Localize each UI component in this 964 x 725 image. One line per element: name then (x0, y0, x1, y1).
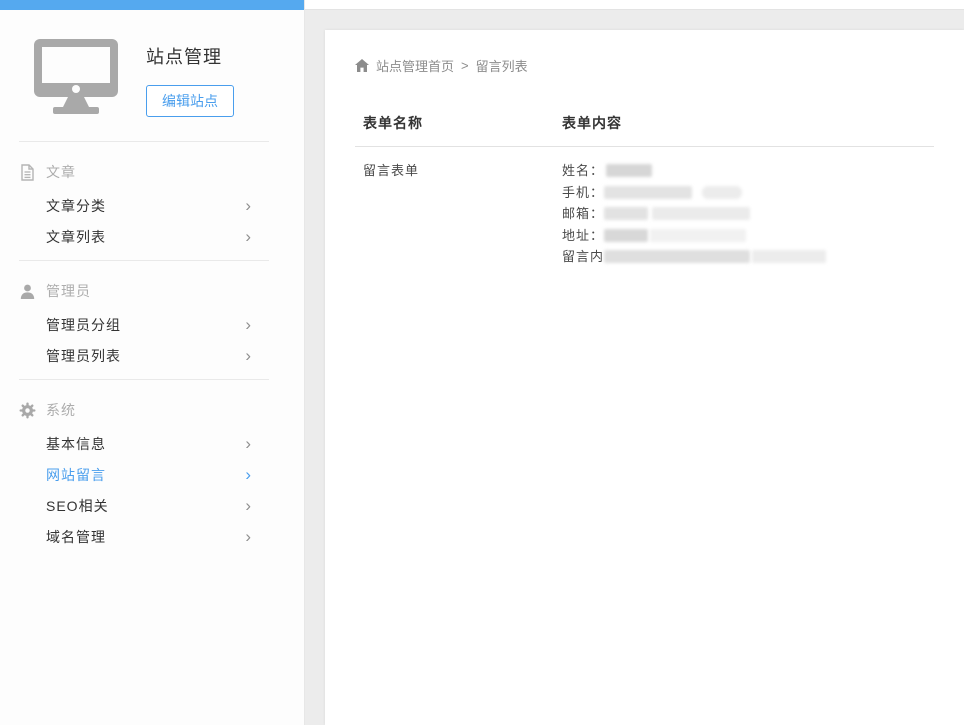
message-table: 表单名称 表单内容 留言表单 姓名： 手机： 邮箱： (355, 113, 934, 268)
main-top-strip (305, 0, 964, 10)
sidebar-top-accent-bar (0, 0, 304, 10)
sidebar-section-admins: 管理员 管理员分组 › 管理员列表 › (19, 260, 269, 379)
breadcrumb-separator: > (461, 58, 469, 73)
table-row: 留言表单 姓名： 手机： 邮箱： 地址： (355, 147, 934, 268)
message-field-address: 地址： (562, 225, 934, 247)
chevron-right-icon: › (245, 497, 251, 514)
breadcrumb-home-link[interactable]: 站点管理首页 (376, 56, 454, 75)
redacted-value (652, 207, 750, 220)
sidebar-section-articles: 文章 文章分类 › 文章列表 › (19, 141, 269, 260)
sidebar-item-article-categories[interactable]: 文章分类 › (19, 190, 269, 221)
table-header-form-content: 表单内容 (562, 113, 622, 133)
redacted-value (752, 250, 826, 263)
sidebar-item-admin-groups[interactable]: 管理员分组 › (19, 309, 269, 340)
redacted-value (702, 186, 742, 199)
section-label-articles: 文章 (46, 162, 76, 182)
content-background: 站点管理首页 > 留言列表 表单名称 表单内容 留言表单 姓名： (305, 10, 964, 725)
gear-icon (19, 402, 36, 419)
breadcrumb: 站点管理首页 > 留言列表 (355, 56, 934, 75)
chevron-right-icon: › (245, 528, 251, 545)
section-label-admins: 管理员 (46, 281, 91, 301)
chevron-right-icon: › (245, 228, 251, 245)
message-field-phone: 手机： (562, 182, 934, 204)
monitor-icon (30, 37, 122, 115)
breadcrumb-current: 留言列表 (476, 56, 528, 75)
sidebar-item-admin-list[interactable]: 管理员列表 › (19, 340, 269, 371)
form-name-cell: 留言表单 (355, 160, 562, 268)
section-label-system: 系统 (46, 400, 76, 420)
user-icon (19, 283, 36, 300)
table-header-row: 表单名称 表单内容 (355, 113, 934, 147)
chevron-right-icon: › (245, 466, 251, 483)
sidebar-item-article-list[interactable]: 文章列表 › (19, 221, 269, 252)
message-field-content: 留言内 (562, 246, 934, 268)
chevron-right-icon: › (245, 316, 251, 333)
redacted-value (650, 229, 746, 242)
sidebar-menu: 文章 文章分类 › 文章列表 › 管理员 (19, 141, 269, 560)
content-card: 站点管理首页 > 留言列表 表单名称 表单内容 留言表单 姓名： (325, 30, 964, 725)
section-head-system: 系统 (19, 394, 269, 428)
sidebar-item-site-messages[interactable]: 网站留言 › (19, 459, 269, 490)
sidebar-item-seo[interactable]: SEO相关 › (19, 490, 269, 521)
redacted-value (606, 164, 652, 177)
redacted-value (604, 207, 648, 220)
message-field-email: 邮箱： (562, 203, 934, 225)
table-header-form-name: 表单名称 (355, 113, 562, 133)
redacted-value (604, 250, 750, 263)
main-area: 站点管理首页 > 留言列表 表单名称 表单内容 留言表单 姓名： (305, 0, 964, 725)
chevron-right-icon: › (245, 435, 251, 452)
redacted-value (604, 229, 648, 242)
message-field-name: 姓名： (562, 160, 934, 182)
sidebar-item-domains[interactable]: 域名管理 › (19, 521, 269, 552)
redacted-value (604, 186, 692, 199)
chevron-right-icon: › (245, 197, 251, 214)
sidebar-section-system: 系统 基本信息 › 网站留言 › SEO相关 › 域名管理 › (19, 379, 269, 560)
document-icon (19, 164, 36, 181)
sidebar: 站点管理 编辑站点 文章 文章分类 › (0, 0, 305, 725)
page-title: 站点管理 (146, 43, 234, 69)
section-head-articles: 文章 (19, 156, 269, 190)
chevron-right-icon: › (245, 347, 251, 364)
sidebar-header: 站点管理 编辑站点 (0, 10, 304, 141)
edit-site-button[interactable]: 编辑站点 (146, 85, 234, 117)
home-icon (355, 59, 369, 72)
form-content-cell: 姓名： 手机： 邮箱： 地址： 留言内 (562, 160, 934, 268)
sidebar-item-basic-info[interactable]: 基本信息 › (19, 428, 269, 459)
section-head-admins: 管理员 (19, 275, 269, 309)
